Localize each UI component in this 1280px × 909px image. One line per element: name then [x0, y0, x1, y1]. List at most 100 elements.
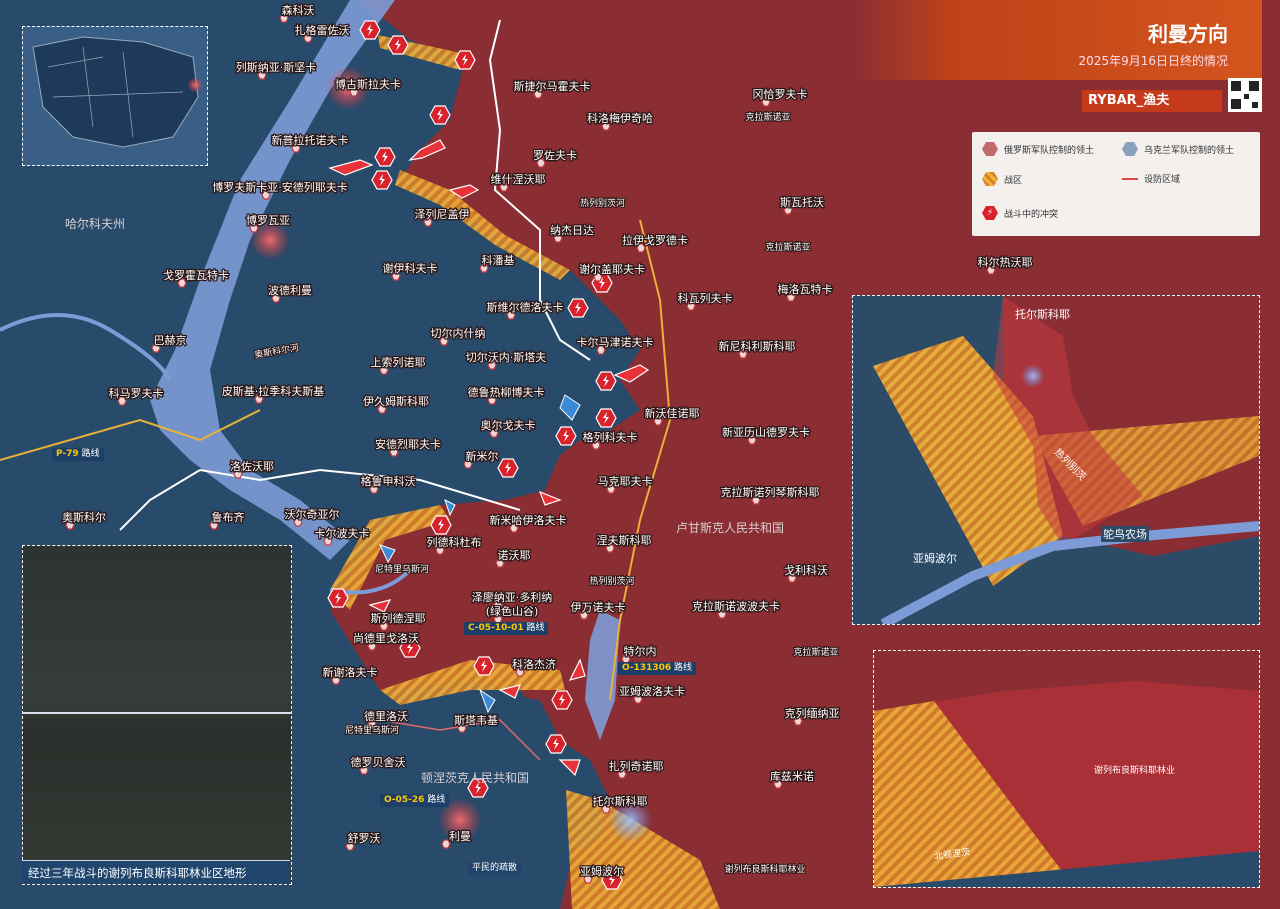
town-label: 斯塔韦基 — [454, 714, 498, 727]
area-label: 克拉斯诺亚 — [745, 111, 790, 123]
header-banner: 利曼方向 2025年9月16日日终的情况 — [852, 0, 1262, 80]
town-label: 尚德里戈洛沃 — [353, 631, 419, 645]
legend: 俄罗斯军队控制的领土 乌克兰军队控制的领土 战区 设防区域 ⚡ 战斗中的冲突 — [972, 132, 1260, 236]
town-label: (绿色山谷) — [486, 604, 539, 618]
town-label: 德罗贝舍沃 — [351, 755, 406, 769]
region-label-kharkiv: 哈尔科夫州 — [65, 216, 125, 231]
town-label: 冈恰罗夫卡 — [753, 87, 808, 101]
region-label-donetsk: 顿涅茨克人民共和国 — [421, 771, 529, 785]
town-label: 泽廖纳亚·多利纳 — [472, 590, 553, 604]
town-label: 梅洛瓦特卡 — [778, 282, 833, 296]
town-label: 新亚历山德罗夫卡 — [722, 425, 810, 439]
town-label: 奥斯科尔 — [62, 510, 106, 524]
town-label: 斯捷尔马霍夫卡 — [514, 79, 591, 93]
town-label: 新米尔 — [466, 449, 499, 463]
forest-inset[interactable]: 谢列布良斯科耶林业 北顿涅茨 — [873, 650, 1260, 888]
town-label: 谢尔盖耶夫卡 — [579, 262, 645, 276]
tor-inset[interactable]: 托尔斯科耶 亚姆波尔 鸵鸟农场 热列别茨 — [852, 295, 1260, 625]
satellite-inset[interactable] — [22, 545, 292, 885]
town-label: 格鲁申科沃 — [361, 474, 416, 488]
defense-swatch — [1122, 177, 1138, 180]
overview-map — [32, 36, 203, 148]
date-subtitle: 2025年9月16日日终的情况 — [1078, 54, 1228, 68]
town-label: 克拉斯诺波波夫卡 — [692, 599, 780, 613]
river-label: 尼特里乌斯河 — [345, 724, 399, 736]
town-label: 科瓦列夫卡 — [678, 291, 733, 305]
town-label: 洛佐沃耶 — [230, 459, 274, 473]
town-label: 库兹米诺 — [770, 770, 814, 783]
forest-inset-label: 谢列布良斯科耶林业 — [1094, 766, 1176, 776]
town-label: 托尔斯科耶 — [593, 794, 648, 808]
evacuation-label: 平民的疏散 — [468, 862, 522, 875]
area-label: 克拉斯诺亚 — [765, 241, 810, 253]
town-label: 扎格雷佐沃 — [295, 23, 350, 37]
town-label: 斯维尔德洛夫卡 — [487, 300, 564, 314]
town-label: 德里洛沃 — [364, 709, 408, 723]
town-label: 沃尔奇亚尔 — [285, 508, 340, 521]
russian-swatch — [982, 142, 998, 156]
town-label: 波德利曼 — [268, 283, 312, 297]
town-label: 德鲁热柳博夫卡 — [468, 385, 545, 399]
town-label: 安德烈耶夫卡 — [375, 437, 441, 451]
brand-label: RYBAR_渔夫 — [1082, 90, 1222, 112]
town-label: 奥尔戈夫卡 — [481, 418, 536, 432]
area-label: 克拉斯诺亚 — [793, 646, 838, 658]
town-label: 科洛梅伊奇哈 — [587, 111, 653, 125]
town-label: 戈罗霍瓦特卡 — [163, 268, 229, 282]
town-label: 亚姆波尔 — [580, 864, 624, 878]
town-label: 伊久姆斯科耶 — [363, 394, 429, 408]
town-label: 克拉斯诺列琴斯科耶 — [721, 485, 820, 499]
town-label: 格列科夫卡 — [583, 430, 638, 444]
road-tag-o131306: O-131306 路线 — [618, 662, 697, 675]
road-tag-c051001: C-05-10-01 路线 — [464, 622, 549, 635]
town-label: 新米哈伊洛夫卡 — [490, 513, 567, 527]
town-label: 利曼 — [449, 830, 471, 843]
town-label: 斯列德涅耶 — [371, 611, 426, 625]
town-label: 列德科杜布 — [427, 535, 482, 549]
clash-icon: ⚡ — [982, 206, 998, 220]
town-label: 博罗夫斯卡亚·安德列耶夫卡 — [212, 180, 348, 194]
town-label: 切尔沃内·斯塔夫 — [466, 350, 547, 364]
legend-clashes: ⚡ 战斗中的冲突 — [982, 206, 1058, 220]
town-label: 谢伊科夫卡 — [383, 261, 438, 275]
overview-inset[interactable] — [22, 26, 208, 166]
town-label: 皮斯基·拉季科夫斯基 — [222, 384, 325, 398]
satellite-caption: 经过三年战斗的谢列布良斯科耶林业区地形 — [22, 860, 290, 884]
qr-code[interactable] — [1228, 78, 1262, 112]
region-label-luhansk: 卢甘斯克人民共和国 — [676, 520, 784, 535]
tor-inset-town-top: 托尔斯科耶 — [1015, 308, 1070, 321]
town-label: 科潘基 — [482, 253, 515, 267]
town-label: 切尔内什纳 — [431, 326, 486, 340]
town-label: 新沃佳诺耶 — [645, 406, 700, 420]
tor-inset-town-bottom: 亚姆波尔 — [913, 552, 957, 565]
river-label: 热列别茨河 — [589, 575, 634, 587]
town-label: 拉伊戈罗德卡 — [622, 233, 688, 247]
town-label: 新尼科利斯科耶 — [719, 339, 796, 353]
town-label: 马克耶夫卡 — [598, 475, 653, 488]
town-label: 森科沃 — [282, 3, 315, 17]
inset-divider — [23, 712, 291, 714]
town-label: 科马罗夫卡 — [109, 386, 164, 400]
legend-ukrainian: 乌克兰军队控制的领土 — [1122, 142, 1234, 156]
town-label: 新谢洛夫卡 — [323, 665, 378, 679]
town-label: 特尔内 — [624, 644, 657, 658]
town-label: 斯瓦托沃 — [780, 195, 824, 209]
town-label: 克列缅纳亚 — [785, 706, 840, 720]
tor-inset-farm: 鸵鸟农场 — [1101, 526, 1149, 542]
town-label: 上索列诺耶 — [371, 355, 426, 369]
combat-swatch — [982, 172, 998, 186]
town-label: 扎列奇诺耶 — [609, 759, 664, 773]
forest-inset-map — [874, 681, 1259, 887]
town-label: 新普拉托诺夫卡 — [272, 133, 349, 147]
town-label: 科洛杰济 — [512, 657, 556, 671]
town-label: 亚姆波洛夫卡 — [619, 684, 685, 698]
legend-combat: 战区 — [982, 172, 1022, 186]
page-title: 利曼方向 — [1148, 22, 1228, 46]
town-label: 科尔热沃耶 — [978, 255, 1033, 269]
river-label: 热列别茨河 — [580, 197, 625, 209]
town-label: 卡尔波夫卡 — [315, 527, 370, 540]
town-label: 罗佐夫卡 — [533, 148, 577, 162]
town-label: 博古斯拉夫卡 — [335, 77, 401, 91]
town-label: 列斯纳亚·斯坚卡 — [236, 60, 317, 74]
legend-russian: 俄罗斯军队控制的领土 — [982, 142, 1094, 156]
